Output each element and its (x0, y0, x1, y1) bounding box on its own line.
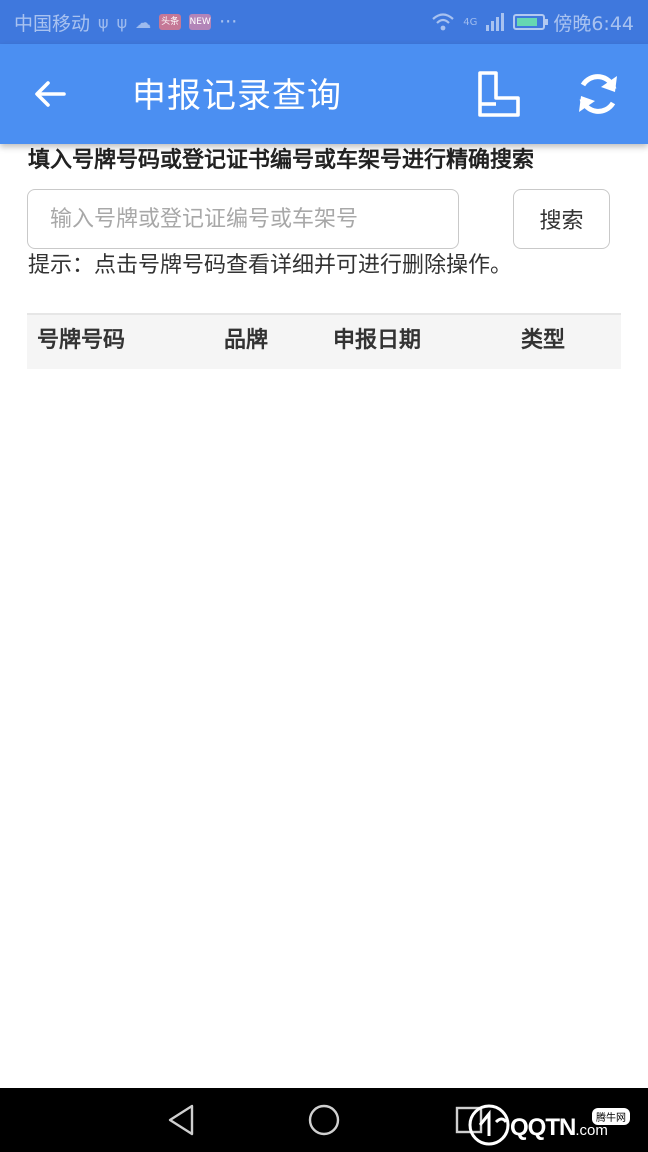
status-bar: 中国移动 ψ ψ ☁ 头条 NEW ··· 4G 傍晚6:44 (0, 0, 648, 44)
search-input[interactable] (27, 189, 459, 249)
column-report-date[interactable]: 申报日期 (333, 315, 421, 367)
app-bar: 申报记录查询 (0, 44, 648, 144)
nav-back-icon[interactable] (164, 1102, 198, 1138)
signal-icon (486, 13, 505, 31)
more-notifications-icon: ··· (219, 11, 238, 33)
back-arrow-icon[interactable] (30, 74, 70, 114)
status-bar-left: 中国移动 ψ ψ ☁ 头条 NEW ··· (14, 9, 237, 36)
table-header: 号牌号码 品牌 申报日期 类型 (27, 313, 621, 369)
usb-debug-icon: ψ (116, 12, 128, 32)
status-time: 傍晚6:44 (553, 12, 634, 35)
carrier-name: 中国移动 (14, 12, 91, 35)
news-app-icon: 头条 (159, 14, 182, 30)
battery-icon (513, 14, 549, 30)
refresh-icon[interactable] (574, 70, 622, 118)
column-type[interactable]: 类型 (521, 315, 565, 367)
nav-home-icon[interactable] (306, 1102, 342, 1138)
column-plate-number[interactable]: 号牌号码 (37, 315, 125, 367)
bind-device-icon[interactable] (474, 70, 522, 118)
watermark: QQTN.com 腾牛网 (466, 1100, 642, 1150)
usb-icon: ψ (98, 12, 109, 32)
wifi-icon (432, 13, 454, 31)
watermark-logo-icon (468, 1104, 510, 1146)
new-app-icon: NEW (189, 14, 212, 30)
network-type: 4G (463, 16, 478, 28)
watermark-badge: 腾牛网 (592, 1108, 630, 1125)
status-bar-right: 4G 傍晚6:44 (431, 9, 634, 36)
hint-text: 提示：点击号牌号码查看详细并可进行删除操作。 (28, 253, 513, 278)
cloud-icon: ☁ (135, 12, 152, 32)
search-button[interactable]: 搜索 (513, 189, 610, 249)
search-instruction: 填入号牌号码或登记证书编号或车架号进行精确搜索 (28, 148, 535, 173)
column-brand[interactable]: 品牌 (224, 315, 268, 367)
page-title: 申报记录查询 (132, 76, 342, 116)
